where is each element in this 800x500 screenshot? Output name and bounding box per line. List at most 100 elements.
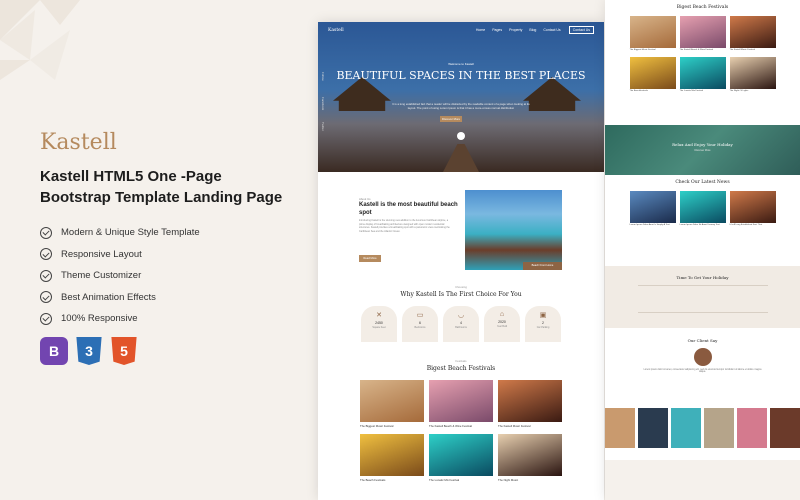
read-more-button[interactable]: Read More <box>359 255 381 262</box>
hero-button[interactable]: Discover More <box>440 116 462 122</box>
check-circle-icon <box>40 291 52 304</box>
side-label[interactable]: Facebook <box>321 97 325 110</box>
gallery-image[interactable] <box>638 408 668 448</box>
festival-image <box>360 434 424 476</box>
side-festival-title: The Lunatic Mix Festival <box>679 90 704 92</box>
about-text: Introducing Kastell is the stunning new … <box>359 219 450 233</box>
check-circle-icon <box>40 312 52 325</box>
side-festival-image <box>629 16 676 48</box>
banner-link[interactable]: Discover More <box>605 149 800 152</box>
festival-title: The Beach Festivals <box>360 478 386 482</box>
mock-footer <box>605 460 800 500</box>
avatar <box>693 348 712 366</box>
side-festival-image <box>679 16 726 48</box>
stat-label: Bathrooms <box>455 326 467 329</box>
gallery-image[interactable] <box>704 408 734 448</box>
festivals-small: Festivals <box>455 359 467 363</box>
stat-number: 6 <box>419 321 421 325</box>
side-festival-card[interactable]: The Kastell Beach & Wine Festival <box>679 16 726 54</box>
clients-section: Our Client Say Lorem ipsum dolor sit ame… <box>605 338 800 373</box>
css3-icon: 3 <box>76 337 102 365</box>
festival-card[interactable]: The Biggest Music Festival <box>360 380 424 430</box>
festival-image <box>429 380 493 422</box>
feature-item: Modern & Unique Style Template <box>40 222 200 244</box>
about-heading: Kastell is the most beautiful beach spot <box>359 202 458 216</box>
pier-shape <box>443 144 479 172</box>
why-small: Choosing <box>455 285 467 289</box>
gallery-image[interactable] <box>605 408 635 448</box>
client-quote: Lorem ipsum dolor sit amet, consectetur … <box>643 369 762 373</box>
festival-image <box>429 434 493 476</box>
stat-number: 2 <box>542 321 544 325</box>
news-section: Check Our Latest News Lorem Ipsum Dolor … <box>605 180 800 229</box>
gallery-image[interactable] <box>770 408 800 448</box>
news-image <box>729 191 776 223</box>
side-label[interactable]: Twitter <box>321 122 325 131</box>
house-icon: ⌂ <box>499 311 505 318</box>
holiday-heading: Time To Get Your Holiday <box>676 275 729 280</box>
gallery-image[interactable] <box>671 408 701 448</box>
gallery-image[interactable] <box>737 408 767 448</box>
stat-card: ▣ 2 Car Parking <box>525 306 561 342</box>
side-festival-card[interactable]: The Lunatic Mix Festival <box>679 57 726 95</box>
festival-title: The Lunatic Mix Festival <box>429 478 460 482</box>
decor-triangles <box>0 0 80 80</box>
stat-card: ✕ 2450 Square Feet <box>361 306 397 342</box>
news-title: Lorem Ipsum Dolor Sit Amet Dummy Text <box>679 224 720 226</box>
mock-nav-items: Home Pages Property Blog Contact Us <box>476 28 561 32</box>
festival-title: The Kastell Music Festival <box>498 424 531 428</box>
news-heading: Check Our Latest News <box>675 180 730 185</box>
festival-card[interactable]: The Night Music <box>498 434 562 484</box>
news-card[interactable]: Lorem Ipsum Dolor Sit Amet Dummy Text <box>679 191 726 229</box>
festival-title: The Kastell Beach & Wine Festival <box>429 424 472 428</box>
feature-label: Theme Customizer <box>61 270 142 282</box>
tools-icon: ✕ <box>376 312 382 319</box>
play-icon[interactable] <box>457 132 465 140</box>
side-festival-title: The Beachfestivals <box>629 90 648 92</box>
brand-logo: Kastell <box>40 130 117 155</box>
festival-card[interactable]: The Beach Festivals <box>360 434 424 484</box>
stat-number: 2020 <box>498 320 506 324</box>
festivals-heading: Bigest Beach Festivals <box>426 365 496 372</box>
nav-item-home[interactable]: Home <box>476 28 485 32</box>
gallery-strip <box>605 408 800 448</box>
side-festival-title: The Kastell Music Festival <box>729 49 755 51</box>
feature-list: Modern & Unique Style Template Responsiv… <box>40 222 200 330</box>
feature-item: Responsive Layout <box>40 244 200 266</box>
festival-card[interactable]: The Kastell Beach & Wine Festival <box>429 380 493 430</box>
main-page-mockup: Kastell Home Pages Property Blog Contact… <box>318 22 604 500</box>
festivals-grid: The Biggest Music Festival The Kastell B… <box>318 380 604 484</box>
side-festival-card[interactable]: The Night Of Lights <box>729 57 776 95</box>
news-card[interactable]: It Is A Long Established Fact That <box>729 191 776 229</box>
feature-label: Best Animation Effects <box>61 291 156 303</box>
stats-row: ✕ 2450 Square Feet ▭ 6 Bedrooms ◡ 4 Bathrooms … <box>318 306 604 342</box>
holiday-banner: Relax And Enjoy Your Holiday Discover Mo… <box>605 125 800 175</box>
holiday-form-section: Time To Get Your Holiday <box>605 266 800 328</box>
side-festival-card[interactable]: The Beachfestivals <box>629 57 676 95</box>
festival-card[interactable]: The Lunatic Mix Festival <box>429 434 493 484</box>
news-card[interactable]: Lorem Ipsum Dolor Amet Is Simply A Text <box>629 191 676 229</box>
festival-title: The Biggest Music Festival <box>360 424 394 428</box>
news-grid: Lorem Ipsum Dolor Amet Is Simply A Text … <box>605 191 800 229</box>
mock-logo[interactable]: Kastell <box>328 28 344 33</box>
check-circle-icon <box>40 269 52 282</box>
nav-item-blog[interactable]: Blog <box>529 28 536 32</box>
side-festival-card[interactable]: The Biggest Music Festival <box>629 16 676 54</box>
nav-contact-button[interactable]: Contact Us <box>568 26 594 34</box>
feature-label: 100% Responsive <box>61 313 138 325</box>
nav-item-pages[interactable]: Pages <box>492 28 502 32</box>
clients-heading: Our Client Say <box>687 338 718 343</box>
nav-item-contact[interactable]: Contact Us <box>543 28 560 32</box>
feature-item: Theme Customizer <box>40 265 200 287</box>
festival-card[interactable]: The Kastell Music Festival <box>498 380 562 430</box>
bootstrap-icon: B <box>40 337 68 365</box>
hero-heading: BEAUTIFUL SPACES IN THE BEST PLACES <box>336 69 586 82</box>
side-festival-card[interactable]: The Kastell Music Festival <box>729 16 776 54</box>
holiday-form[interactable] <box>637 285 768 313</box>
about-small: About Us <box>359 197 371 201</box>
stat-card: ◡ 4 Bathrooms <box>443 306 479 342</box>
page-title: Kastell HTML5 One -Page Bootstrap Templa… <box>40 168 283 206</box>
nav-item-property[interactable]: Property <box>509 28 522 32</box>
stat-number: 2450 <box>375 321 383 325</box>
bath-icon: ◡ <box>457 312 465 319</box>
